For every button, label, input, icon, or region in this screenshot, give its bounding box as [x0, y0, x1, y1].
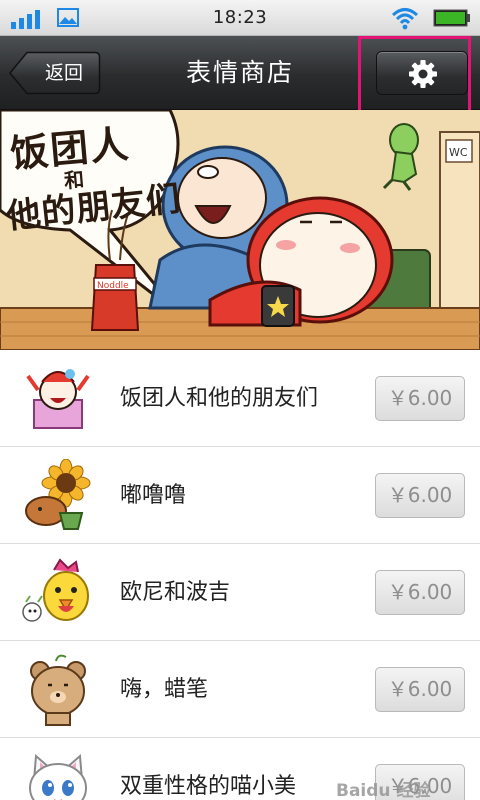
battery-icon	[433, 9, 470, 27]
list-item[interactable]: 饭团人和他的朋友们 ￥6.00	[0, 350, 480, 447]
noodle-cup-label: Noddle	[97, 281, 129, 291]
price-button[interactable]: ￥6.00	[375, 473, 465, 518]
ouni-bojii-thumbnail	[22, 558, 89, 622]
dululu-thumbnail	[25, 459, 91, 530]
list-item[interactable]: 嘟噜噜 ￥6.00	[0, 447, 480, 544]
miaoxiaomei-thumbnail	[29, 753, 87, 800]
back-button[interactable]: 返回	[9, 51, 101, 95]
hi-crayon-thumbnail	[30, 654, 86, 726]
page-title: 表情商店	[185, 58, 294, 87]
nav-bar: 返回 表情商店	[0, 36, 480, 110]
price-button[interactable]: ￥6.00	[375, 570, 465, 615]
item-name: 饭团人和他的朋友们	[120, 386, 319, 411]
promo-banner[interactable]: WC Noddle 饭团人 和 他的朋友们	[0, 110, 480, 350]
list-item[interactable]: 嗨，蜡笔 ￥6.00	[0, 641, 480, 738]
door-sign: WC	[449, 146, 468, 159]
sticker-list: 饭团人和他的朋友们 ￥6.00 嘟噜噜 ￥6.00 欧尼和波吉 ￥6.00 嗨，…	[0, 350, 480, 800]
item-name: 嗨，蜡笔	[120, 677, 209, 702]
price-button[interactable]: ￥6.00	[375, 667, 465, 712]
item-name: 欧尼和波吉	[120, 580, 231, 605]
wifi-icon	[391, 8, 419, 30]
fantuanren-thumbnail	[26, 369, 90, 429]
list-item[interactable]: 欧尼和波吉 ￥6.00	[0, 544, 480, 641]
watermark: Baidu 经验	[336, 781, 431, 800]
status-bar: 18:23	[0, 0, 480, 36]
settings-button[interactable]	[376, 51, 468, 95]
gear-icon	[409, 60, 437, 88]
price-button[interactable]: ￥6.00	[375, 376, 465, 421]
back-button-label: 返回	[44, 62, 83, 84]
item-name: 嘟噜噜	[120, 483, 187, 508]
item-name: 双重性格的喵小美	[120, 774, 297, 799]
